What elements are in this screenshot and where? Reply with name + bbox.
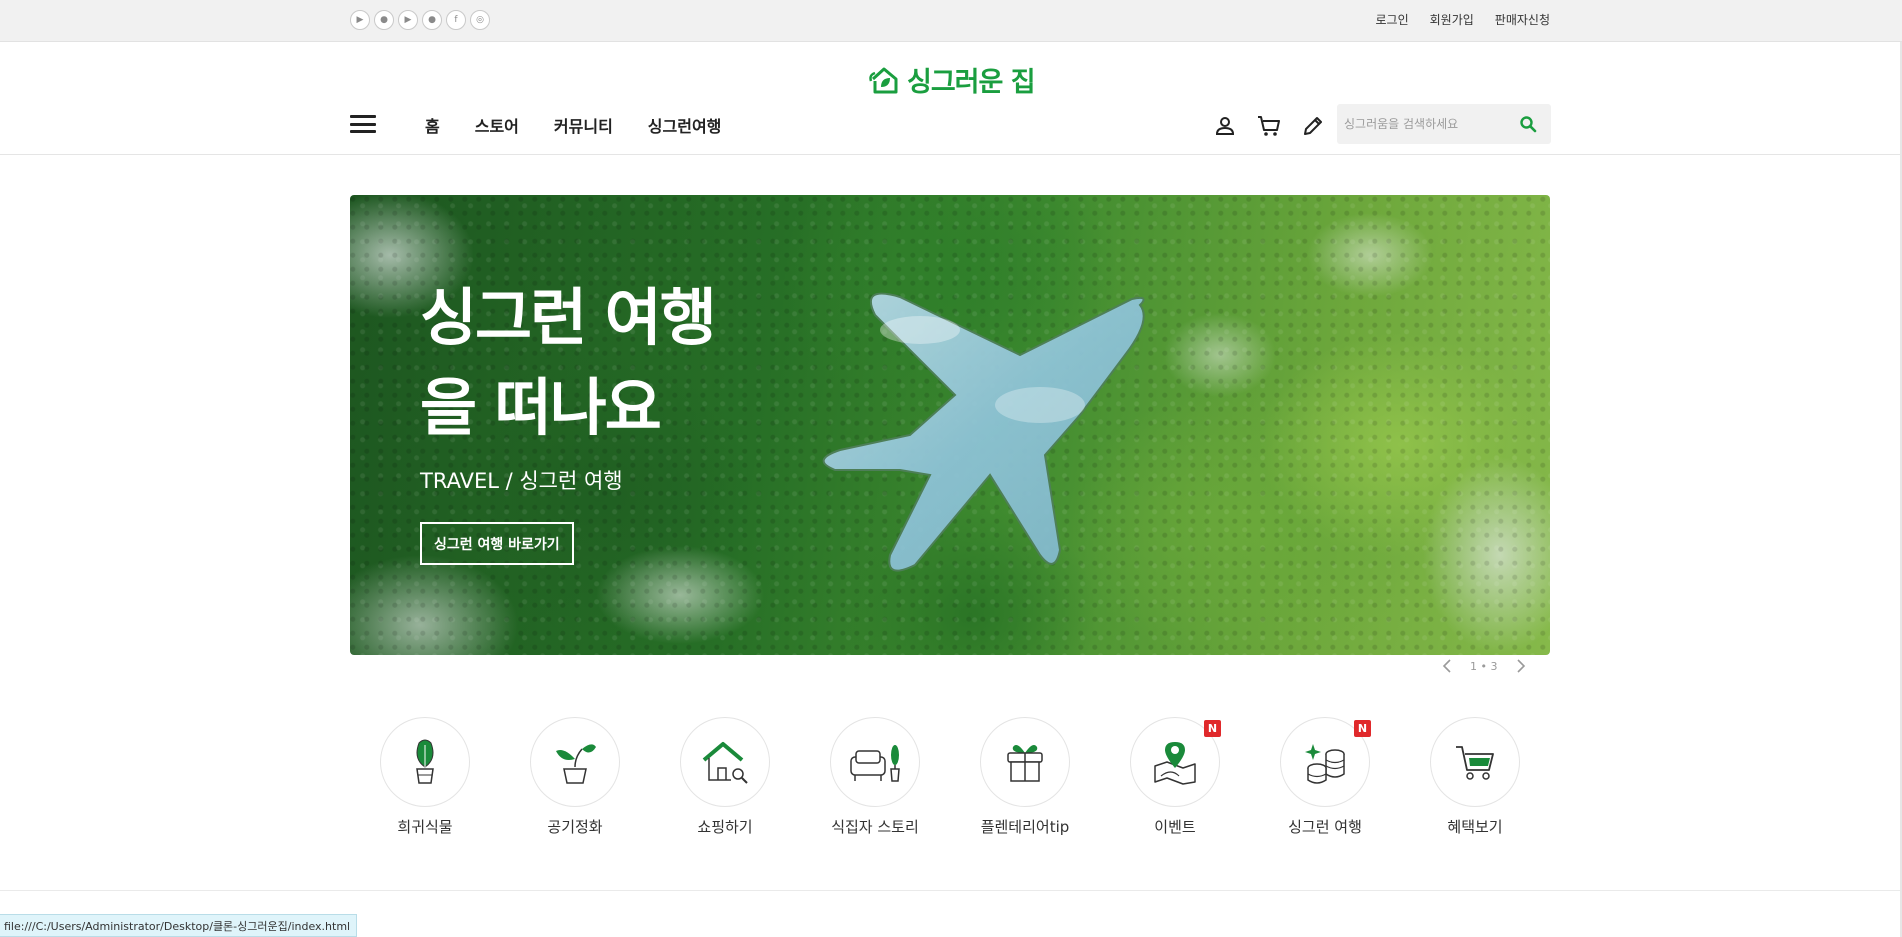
category-shopping[interactable]: 쇼핑하기 — [650, 717, 800, 837]
category-label: 쇼핑하기 — [697, 818, 753, 836]
cart-icon[interactable] — [1254, 111, 1284, 141]
signup-link[interactable]: 회원가입 — [1430, 11, 1474, 28]
category-label: 플렌테리어tip — [980, 818, 1070, 836]
airplane-lake-image — [822, 292, 1145, 572]
google-play-icon[interactable]: ▶ — [350, 10, 370, 30]
prev-slide-arrow-icon[interactable] — [1440, 659, 1454, 673]
category-event[interactable]: N 이벤트 — [1100, 717, 1250, 837]
category-icon-circle — [830, 717, 920, 807]
category-icon-circle: N — [1130, 717, 1221, 807]
seller-apply-link[interactable]: 판매자신청 — [1495, 11, 1550, 28]
top-utility-bar: ▶ ● ▶ ● f ◎ 로그인 회원가입 판매자신청 — [0, 0, 1902, 42]
new-badge: N — [1204, 720, 1221, 737]
travel-shortcut-button[interactable]: 싱그런 여행 바로가기 — [420, 522, 574, 565]
house-leaf-logo-icon — [869, 67, 898, 93]
util-links: 로그인 회원가입 판매자신청 — [1376, 11, 1551, 28]
search-box — [1337, 104, 1551, 144]
menu-hamburger-icon[interactable] — [350, 115, 376, 133]
pager-indicator: 1 • 3 — [1470, 660, 1498, 673]
category-air-purifying[interactable]: 공기정화 — [500, 717, 650, 837]
sprout-icon — [556, 744, 596, 784]
category-label: 이벤트 — [1154, 818, 1196, 836]
nav-item-travel[interactable]: 싱그런여행 — [648, 113, 722, 137]
instagram-icon[interactable]: ◎ — [470, 10, 490, 30]
nav-item-community[interactable]: 커뮤니티 — [554, 113, 613, 137]
category-icon-circle: N — [1280, 717, 1371, 807]
section-divider — [0, 890, 1902, 891]
hero-banner: 싱그런 여행 을 떠나요 TRAVEL / 싱그런 여행 싱그런 여행 바로가기 — [350, 195, 1550, 655]
sofa-plant-icon — [850, 745, 900, 782]
pager-separator: • — [1480, 659, 1488, 673]
category-label: 싱그런 여행 — [1288, 818, 1362, 836]
nav-item-store[interactable]: 스토어 — [475, 113, 519, 137]
category-label: 식집자 스토리 — [831, 818, 919, 836]
gift-box-icon — [1007, 745, 1043, 782]
category-green-travel[interactable]: N 싱그런 여행 — [1250, 717, 1400, 837]
hero-pager: 1 • 3 — [1440, 659, 1528, 673]
kakao-icon[interactable]: ● — [422, 10, 442, 30]
category-benefits[interactable]: 혜택보기 — [1400, 717, 1550, 837]
house-search-icon — [702, 742, 748, 784]
next-slide-arrow-icon[interactable] — [1514, 659, 1528, 673]
search-input[interactable] — [1344, 117, 1514, 131]
category-planterior-tip[interactable]: 플렌테리어tip — [950, 717, 1100, 837]
plant-pot-icon — [416, 739, 434, 784]
hero-subtitle: TRAVEL / 싱그런 여행 — [420, 469, 623, 493]
category-icon-circle — [980, 717, 1070, 807]
category-plant-lover-story[interactable]: 식집자 스토리 — [800, 717, 950, 837]
site-header: 싱그러운 집 홈 스토어 커뮤니티 싱그런여행 — [0, 43, 1902, 155]
map-pin-icon — [1154, 742, 1196, 785]
site-logo[interactable]: 싱그러운 집 — [869, 60, 1036, 99]
hero-title-line1: 싱그런 여행 — [420, 281, 717, 354]
category-label: 희귀식물 — [397, 818, 453, 836]
pager-total: 3 — [1490, 659, 1498, 673]
category-icon-circle — [530, 717, 620, 807]
category-rare-plants[interactable]: 희귀식물 — [350, 717, 500, 837]
hero-title: 싱그런 여행 을 떠나요 — [420, 273, 717, 453]
category-icon-circle — [680, 717, 770, 807]
shopping-cart-icon — [1456, 746, 1494, 780]
browser-status-bar: file:///C:/Users/Administrator/Desktop/클… — [0, 914, 358, 937]
new-badge: N — [1354, 720, 1371, 737]
social-links: ▶ ● ▶ ● f ◎ — [350, 10, 490, 30]
search-icon[interactable] — [1519, 115, 1537, 133]
user-icon[interactable] — [1210, 111, 1240, 141]
hero-title-line2: 을 떠나요 — [420, 371, 662, 444]
category-label: 공기정화 — [547, 818, 603, 836]
nav-item-home[interactable]: 홈 — [425, 113, 440, 137]
category-icon-circle — [380, 717, 470, 807]
category-label: 혜택보기 — [1447, 818, 1503, 836]
header-icon-group — [1210, 111, 1328, 141]
coins-icon — [1305, 744, 1345, 784]
category-shortcuts: 희귀식물 공기정화 쇼핑하기 식집자 스토리 플렌테리어tip N 이벤트 N … — [350, 717, 1550, 837]
login-link[interactable]: 로그인 — [1376, 11, 1409, 28]
logo-text: 싱그러운 집 — [907, 67, 1036, 98]
pager-current: 1 — [1470, 659, 1477, 673]
facebook-icon[interactable]: f — [446, 10, 466, 30]
apple-icon[interactable]: ● — [374, 10, 394, 30]
pencil-icon[interactable] — [1298, 111, 1328, 141]
youtube-icon[interactable]: ▶ — [398, 10, 418, 30]
main-nav: 홈 스토어 커뮤니티 싱그런여행 — [425, 113, 721, 137]
category-icon-circle — [1430, 717, 1520, 807]
